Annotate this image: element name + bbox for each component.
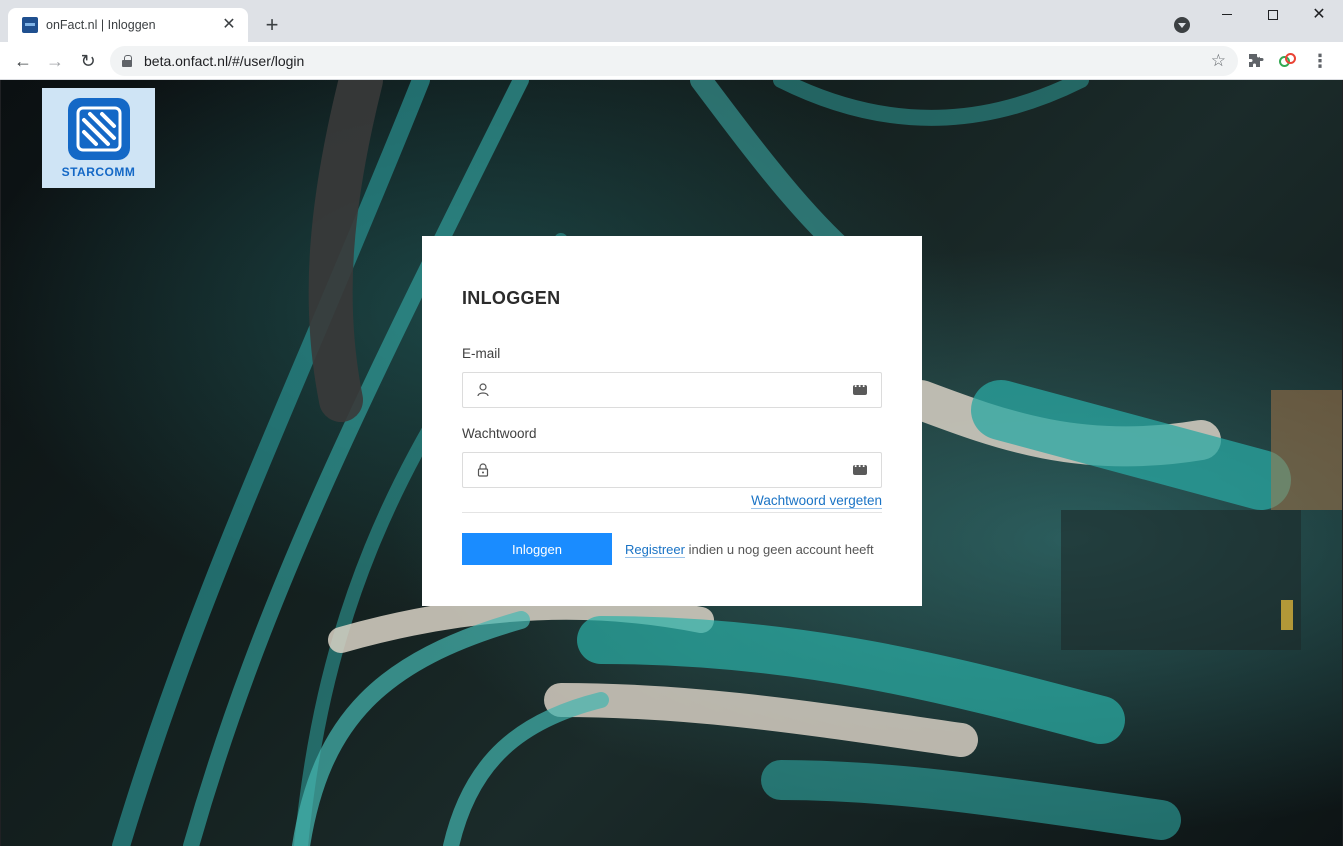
maximize-button[interactable] <box>1250 4 1296 28</box>
login-card: INLOGGEN E-mail Wachtwoord Wachtwoord ve… <box>422 236 922 606</box>
new-tab-button[interactable]: + <box>260 14 284 38</box>
minimize-icon <box>1222 14 1232 16</box>
starcomm-logo[interactable]: STARCOMM <box>42 88 155 188</box>
browser-menu-icon[interactable]: ⋮ <box>1309 50 1331 72</box>
url-text[interactable]: beta.onfact.nl/#/user/login <box>144 53 1211 69</box>
window-close-button[interactable]: ✕ <box>1296 4 1342 28</box>
register-link[interactable]: Registreer <box>625 541 685 558</box>
back-arrow-icon[interactable]: ← <box>10 48 36 74</box>
bookmark-star-icon[interactable]: ☆ <box>1211 51 1226 71</box>
password-input[interactable] <box>499 455 853 485</box>
forgot-password-link[interactable]: Wachtwoord vergeten <box>751 493 882 509</box>
browser-toolbar: ← → ↻ beta.onfact.nl/#/user/login ☆ ⋮ <box>0 42 1343 80</box>
password-manager-icon[interactable] <box>853 379 867 395</box>
close-icon[interactable]: ✕ <box>220 16 238 34</box>
password-field-wrapper[interactable] <box>462 452 882 488</box>
email-input[interactable] <box>499 375 853 405</box>
login-actions: Inloggen Registreer indien u nog geen ac… <box>462 533 882 565</box>
padlock-icon <box>477 463 489 477</box>
minimize-button[interactable] <box>1204 4 1250 28</box>
browser-tabstrip: onFact.nl | Inloggen ✕ + ✕ <box>0 0 1343 42</box>
password-label: Wachtwoord <box>462 426 537 441</box>
email-field-wrapper[interactable] <box>462 372 882 408</box>
starcomm-logo-icon <box>67 98 130 160</box>
brand-name: STARCOMM <box>61 165 136 179</box>
tab-title: onFact.nl | Inloggen <box>46 18 156 32</box>
reload-icon[interactable]: ↻ <box>75 48 101 74</box>
tab-search-icon[interactable] <box>1174 17 1190 33</box>
maximize-icon <box>1268 9 1278 20</box>
user-icon <box>477 383 489 397</box>
register-text: Registreer indien u nog geen account hee… <box>625 541 874 558</box>
favicon-icon <box>22 17 38 33</box>
extensions-puzzle-icon[interactable] <box>1245 50 1267 72</box>
forward-arrow-icon[interactable]: → <box>42 48 68 74</box>
email-label: E-mail <box>462 346 501 361</box>
password-manager-icon[interactable] <box>853 459 867 475</box>
address-bar[interactable]: beta.onfact.nl/#/user/login ☆ <box>110 46 1238 76</box>
extension-rings-icon[interactable] <box>1277 50 1299 72</box>
forgot-password-row: Wachtwoord vergeten <box>462 492 882 513</box>
page-title: INLOGGEN <box>462 288 561 308</box>
login-button[interactable]: Inloggen <box>462 533 612 565</box>
browser-tab[interactable]: onFact.nl | Inloggen ✕ <box>8 8 248 42</box>
page-viewport: STARCOMM INLOGGEN E-mail Wachtwoord Wach… <box>1 80 1342 846</box>
register-suffix: indien u nog geen account heeft <box>684 541 874 557</box>
lock-icon[interactable] <box>122 55 132 67</box>
